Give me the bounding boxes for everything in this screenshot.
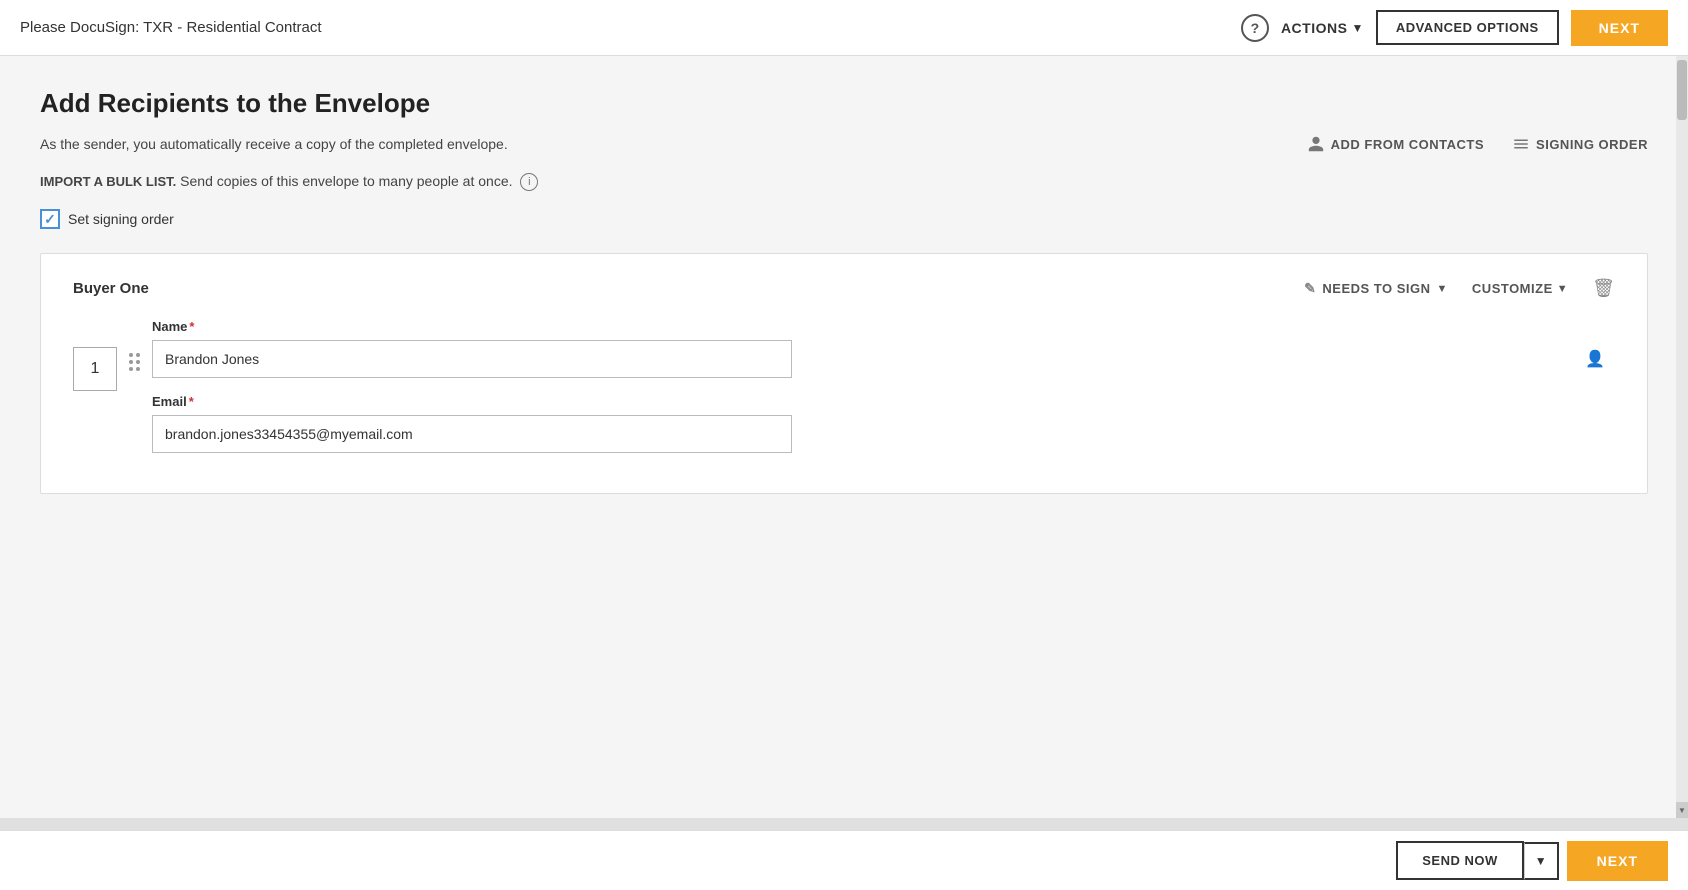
name-input[interactable] <box>152 340 792 378</box>
card-body: 1 Name* 👤 Email* <box>73 319 1615 469</box>
card-actions: ✎ NEEDS TO SIGN ▼ CUSTOMIZE ▼ 🗑 <box>1304 278 1615 299</box>
name-field-label: Name* <box>152 319 1615 334</box>
horizontal-scrollbar[interactable] <box>0 818 1688 830</box>
send-now-button[interactable]: SEND NOW <box>1396 841 1524 880</box>
card-header: Buyer One ✎ NEEDS TO SIGN ▼ CUSTOMIZE ▼ … <box>73 278 1615 299</box>
customize-button[interactable]: CUSTOMIZE ▼ <box>1472 281 1568 296</box>
set-signing-order-label: Set signing order <box>68 211 174 227</box>
top-actions: ADD FROM CONTACTS SIGNING ORDER <box>1307 135 1648 153</box>
subtitle-text: As the sender, you automatically receive… <box>40 136 508 152</box>
bulk-list-row: IMPORT A BULK LIST. Send copies of this … <box>40 173 1648 191</box>
pencil-icon: ✎ <box>1304 280 1316 297</box>
subtitle-row: As the sender, you automatically receive… <box>40 135 1648 153</box>
send-now-dropdown-button[interactable]: ▼ <box>1524 842 1559 880</box>
recipient-card: Buyer One ✎ NEEDS TO SIGN ▼ CUSTOMIZE ▼ … <box>40 253 1648 494</box>
top-nav: Please DocuSign: TXR - Residential Contr… <box>0 0 1688 56</box>
bulk-list-desc: Send copies of this envelope to many peo… <box>180 173 512 189</box>
bottom-bar: SEND NOW ▼ NEXT <box>0 830 1688 890</box>
drag-handle[interactable] <box>129 353 140 371</box>
signing-order-icon <box>1512 135 1530 153</box>
chevron-down-icon: ▼ <box>1437 283 1448 295</box>
main-content: Add Recipients to the Envelope As the se… <box>0 56 1688 830</box>
signing-order-row: Set signing order <box>40 209 1648 229</box>
chevron-down-icon: ▼ <box>1351 21 1363 35</box>
actions-button[interactable]: ACTIONS ▼ <box>1281 20 1364 36</box>
right-scrollbar[interactable] <box>1676 56 1688 818</box>
name-input-wrap: 👤 <box>152 340 1615 378</box>
next-button-bottom[interactable]: NEXT <box>1567 841 1668 881</box>
contact-lookup-icon[interactable]: 👤 <box>1585 349 1605 369</box>
scroll-arrow-down[interactable]: ▼ <box>1676 802 1688 818</box>
help-icon[interactable]: ? <box>1241 14 1269 42</box>
page-document-title: Please DocuSign: TXR - Residential Contr… <box>20 19 322 36</box>
recipient-fields: Name* 👤 Email* <box>152 319 1615 469</box>
email-input-wrap <box>152 415 1615 453</box>
info-icon[interactable]: i <box>520 173 538 191</box>
advanced-options-button[interactable]: ADVANCED OPTIONS <box>1376 10 1559 45</box>
set-signing-order-checkbox[interactable] <box>40 209 60 229</box>
recipient-order-number: 1 <box>73 347 117 391</box>
recipient-role-title: Buyer One <box>73 280 149 297</box>
chevron-down-icon: ▼ <box>1557 283 1568 295</box>
needs-to-sign-button[interactable]: ✎ NEEDS TO SIGN ▼ <box>1304 280 1448 297</box>
email-field-group: Email* <box>152 394 1615 453</box>
add-from-contacts-button[interactable]: ADD FROM CONTACTS <box>1307 135 1484 153</box>
next-button-top[interactable]: NEXT <box>1571 10 1668 46</box>
contacts-icon <box>1307 135 1325 153</box>
email-field-label: Email* <box>152 394 1615 409</box>
page-title: Add Recipients to the Envelope <box>40 88 1648 119</box>
signing-order-button[interactable]: SIGNING ORDER <box>1512 135 1648 153</box>
bulk-list-label: IMPORT A BULK LIST. <box>40 174 176 189</box>
email-input[interactable] <box>152 415 792 453</box>
name-field-group: Name* 👤 <box>152 319 1615 378</box>
scrollbar-thumb <box>1677 60 1687 120</box>
top-nav-actions: ? ACTIONS ▼ ADVANCED OPTIONS NEXT <box>1241 10 1668 46</box>
delete-recipient-icon[interactable]: 🗑 <box>1592 278 1615 299</box>
